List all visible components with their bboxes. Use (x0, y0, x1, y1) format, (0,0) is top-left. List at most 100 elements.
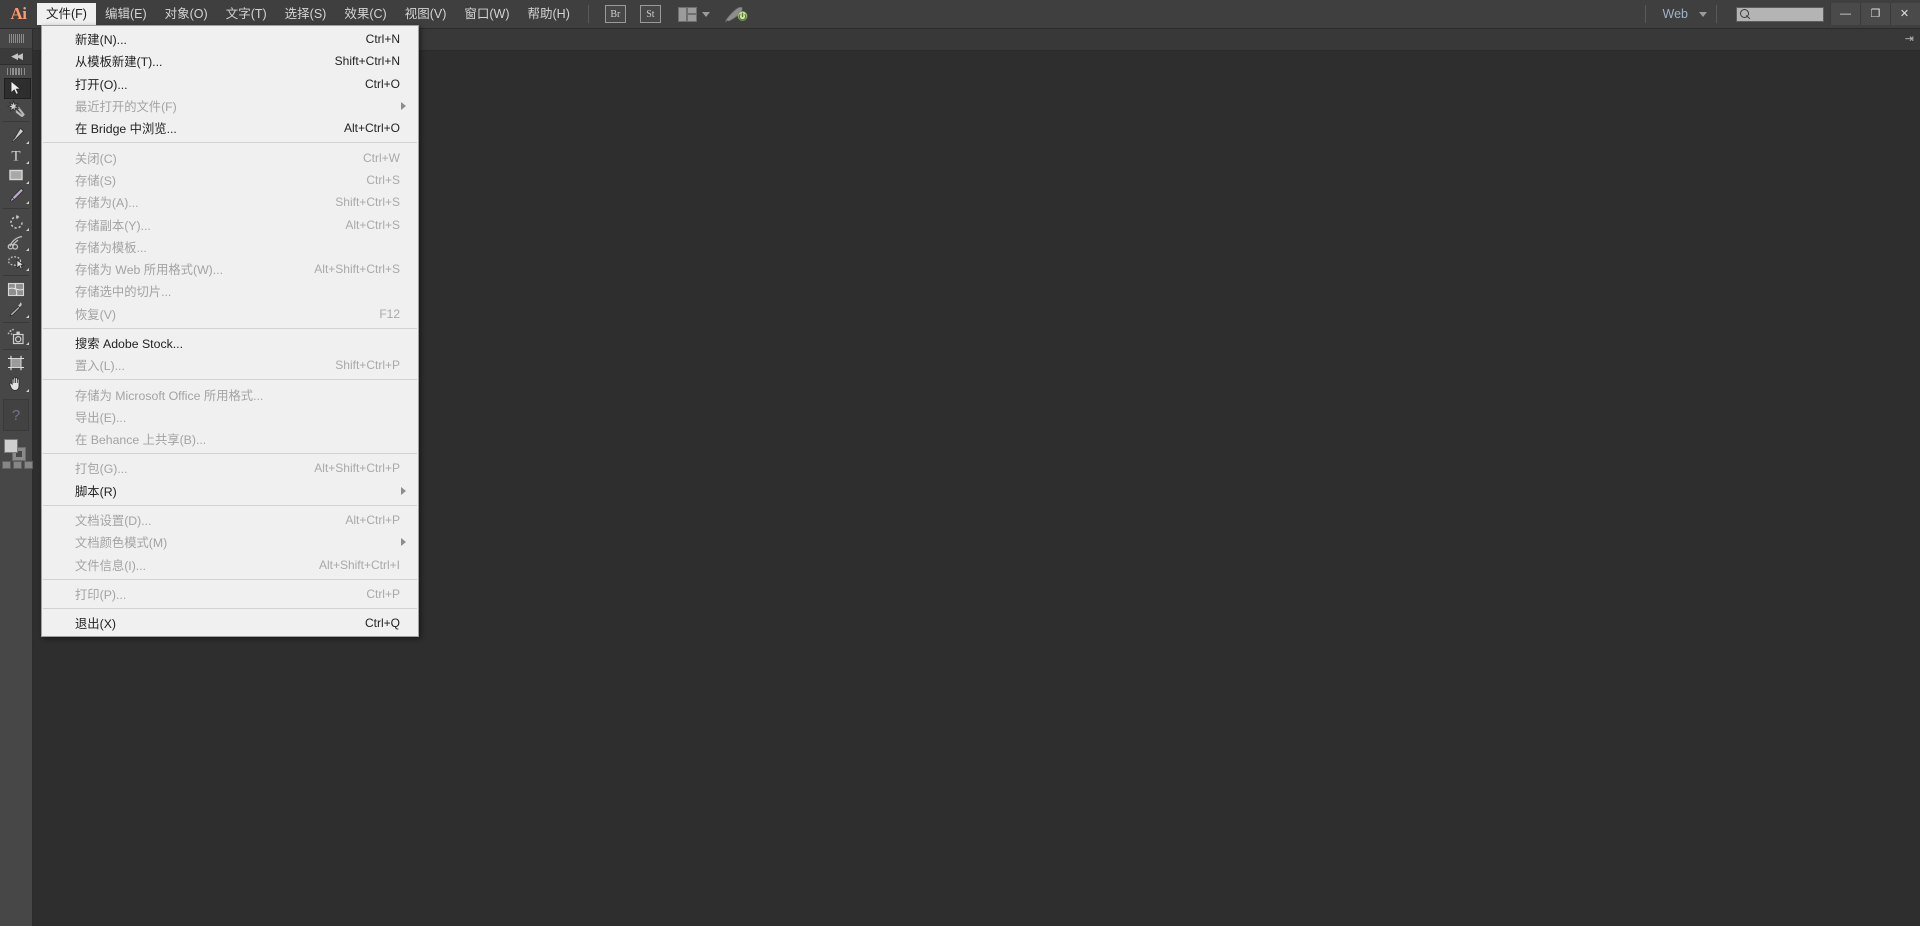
tool-divider-5 (3, 349, 29, 350)
menu-file[interactable]: 文件(F) (37, 3, 96, 25)
workspace-switcher[interactable]: Web (1655, 7, 1694, 21)
scale-shear-tool[interactable] (0, 232, 32, 252)
file-menu-item-shortcut: Ctrl+N (365, 32, 400, 47)
file-menu-item: 存储为(A)... Shift+Ctrl+S (42, 191, 418, 213)
file-menu-item-shortcut: Alt+Ctrl+S (345, 217, 400, 232)
file-menu-item-shortcut: Shift+Ctrl+N (334, 54, 400, 69)
file-menu-item-label: 在 Behance 上共享(B)... (75, 433, 207, 448)
magic-wand-tool[interactable] (0, 98, 32, 118)
file-menu-item-label: 打包(G)... (75, 462, 128, 477)
file-menu-item[interactable]: 退出(X) Ctrl+Q (42, 612, 418, 634)
menu-effect[interactable]: 效果(C) (335, 3, 395, 25)
rocket-launch-icon[interactable] (724, 5, 748, 23)
file-menu-item-label: 搜索 Adobe Stock... (75, 337, 183, 351)
submenu-arrow-icon (401, 486, 406, 495)
file-menu-item-label: 存储为模板... (75, 240, 147, 255)
menu-object[interactable]: 对象(O) (156, 3, 217, 25)
selection-tool[interactable] (0, 78, 32, 99)
file-menu-item[interactable]: 脚本(R) (42, 480, 418, 502)
paintbrush-tool-flyout-icon[interactable] (26, 201, 29, 204)
menu-help[interactable]: 帮助(H) (519, 3, 579, 25)
workspace-chevron-down-icon[interactable] (1699, 11, 1707, 17)
file-menu-item[interactable]: 打开(O)... Ctrl+O (42, 73, 418, 95)
tools-panel-grip[interactable] (0, 29, 32, 49)
eyedropper-tool[interactable] (0, 299, 32, 319)
file-menu-separator (43, 504, 417, 506)
shape-builder-flyout-icon[interactable] (26, 268, 29, 271)
file-menu-item-label: 存储为 Microsoft Office 所用格式... (75, 388, 264, 403)
file-menu-separator (43, 142, 417, 144)
file-menu-item[interactable]: 在 Bridge 中浏览... Alt+Ctrl+O (42, 117, 418, 139)
file-menu-item-label: 文件信息(I)... (75, 558, 147, 573)
menu-select[interactable]: 选择(S) (276, 3, 336, 25)
illustrator-window: Ai 文件(F) 编辑(E) 对象(O) 文字(T) 选择(S) 效果(C) 视… (0, 0, 1920, 926)
rectangle-tool[interactable] (0, 165, 32, 185)
type-tool[interactable]: T (0, 145, 32, 165)
fill-swatch[interactable] (4, 439, 18, 453)
file-menu-item-label: 存储为 Web 所用格式(W)... (75, 263, 224, 278)
file-menu-item-shortcut: Ctrl+W (363, 150, 400, 165)
rotate-tool-flyout-icon[interactable] (26, 228, 29, 231)
none-button[interactable] (24, 461, 33, 469)
symbol-sprayer-flyout-icon[interactable] (26, 342, 29, 345)
file-menu-item-shortcut: Ctrl+P (366, 586, 400, 601)
rectangle-tool-flyout-icon[interactable] (26, 181, 29, 184)
hand-tool-flyout-icon[interactable] (26, 389, 29, 392)
file-menu-item-label: 脚本(R) (75, 484, 117, 499)
arrange-documents-icon[interactable] (677, 6, 697, 22)
shape-builder-tool[interactable] (0, 252, 32, 272)
pen-tool[interactable] (0, 125, 32, 145)
file-menu-item-label: 打开(O)... (75, 77, 128, 92)
stock-icon[interactable]: St (639, 5, 661, 23)
eyedropper-tool-flyout-icon[interactable] (26, 315, 29, 318)
search-input[interactable] (1736, 6, 1824, 22)
gradient-button[interactable] (13, 461, 22, 469)
file-menu-item-label: 退出(X) (75, 617, 116, 632)
file-menu-item-label: 存储副本(Y)... (75, 218, 151, 233)
menu-view[interactable]: 视图(V) (396, 3, 456, 25)
file-menu-item-label: 从模板新建(T)... (75, 55, 163, 70)
file-menu-item: 在 Behance 上共享(B)... (42, 428, 418, 450)
rotate-tool[interactable] (0, 212, 32, 232)
color-button[interactable] (2, 461, 11, 469)
artboard-tool[interactable] (0, 353, 32, 373)
app-logo-icon: Ai (10, 4, 28, 23)
symbol-sprayer-tool[interactable] (0, 326, 32, 346)
file-menu-item: 存储选中的切片... (42, 280, 418, 302)
chevron-down-icon[interactable] (701, 11, 710, 17)
file-menu-separator (43, 379, 417, 381)
menu-window[interactable]: 窗口(W) (455, 3, 518, 25)
tools-panel-collapse-icon[interactable]: ◀◀ (0, 49, 32, 65)
file-menu-separator (43, 327, 417, 329)
hand-tool[interactable] (0, 373, 32, 393)
minimize-button[interactable]: — (1830, 2, 1860, 25)
file-menu-item[interactable]: 搜索 Adobe Stock... (42, 332, 418, 354)
file-menu-item-shortcut: Ctrl+S (366, 172, 400, 187)
file-menu-item: 存储为 Web 所用格式(W)... Alt+Shift+Ctrl+S (42, 258, 418, 280)
type-tool-flyout-icon[interactable] (26, 161, 29, 164)
file-menu-item-shortcut: Alt+Shift+Ctrl+P (314, 461, 400, 476)
file-menu-item-label: 打印(P)... (75, 587, 127, 602)
file-menu-item-shortcut: Ctrl+O (364, 76, 400, 91)
close-button[interactable]: ✕ (1890, 2, 1920, 25)
file-menu-item: 存储为 Microsoft Office 所用格式... (42, 383, 418, 405)
file-menu-item-label: 导出(E)... (75, 410, 127, 425)
file-menu-item-shortcut: Ctrl+Q (364, 616, 400, 631)
file-menu-item-label: 存储(S) (75, 173, 116, 188)
file-menu-item-shortcut: F12 (379, 306, 400, 321)
panel-collapse-icon[interactable]: ⇥ (1905, 32, 1914, 45)
file-menu-item-shortcut: Alt+Ctrl+P (345, 513, 400, 528)
pen-tool-flyout-icon[interactable] (26, 141, 29, 144)
bridge-icon[interactable]: Br (604, 5, 626, 23)
file-menu-item[interactable]: 新建(N)... Ctrl+N (42, 28, 418, 50)
menu-edit[interactable]: 编辑(E) (96, 3, 156, 25)
file-menu-item-label: 存储选中的切片... (75, 285, 172, 300)
paintbrush-tool[interactable] (0, 185, 32, 205)
svg-text:T: T (11, 149, 20, 164)
restore-button[interactable]: ❐ (1860, 2, 1890, 25)
mesh-tool[interactable] (0, 279, 32, 299)
menubar-right-group: Web — ❐ ✕ (1636, 0, 1920, 29)
file-menu-item[interactable]: 从模板新建(T)... Shift+Ctrl+N (42, 50, 418, 72)
scale-tool-flyout-icon[interactable] (26, 248, 29, 251)
menu-type[interactable]: 文字(T) (217, 3, 276, 25)
